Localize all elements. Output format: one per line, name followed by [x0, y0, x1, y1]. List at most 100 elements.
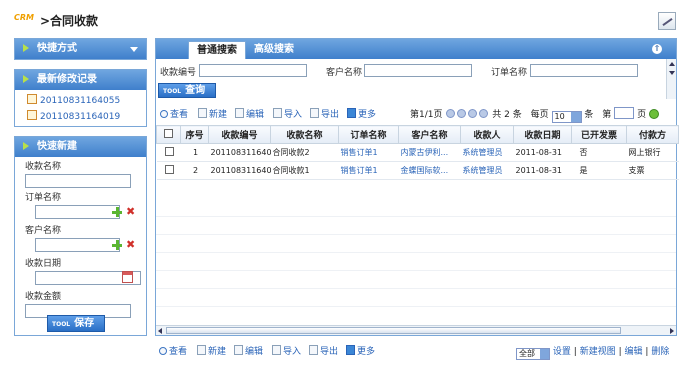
tab-advanced-search[interactable]: 高级搜索	[246, 41, 302, 59]
more-button[interactable]: 更多	[347, 107, 376, 120]
calendar-icon[interactable]	[122, 271, 133, 283]
cell-order-link[interactable]: 销售订单1	[338, 161, 399, 180]
tab-basic-search[interactable]: 普通搜索	[188, 41, 246, 59]
import-button[interactable]: 导入	[272, 344, 301, 357]
edit-label: 编辑	[245, 347, 264, 357]
save-button[interactable]: TOOL 保存	[47, 315, 105, 332]
add-icon[interactable]	[112, 240, 122, 250]
arrow-icon	[23, 75, 29, 83]
table-row[interactable]: 2 20110831164019 合同收款1 销售订单1 金蝶国际软... 系统…	[156, 161, 679, 180]
recent-record-link[interactable]: 20110831164055	[40, 96, 120, 106]
cell-receipt-no: 20110831164019	[208, 161, 271, 180]
export-button[interactable]: 导出	[310, 107, 339, 120]
scroll-down-icon[interactable]	[669, 71, 675, 75]
new-button[interactable]: 新建	[198, 107, 227, 120]
column-header[interactable]: 收款名称	[270, 125, 339, 144]
scroll-right-icon[interactable]	[670, 328, 674, 334]
cell-order-link[interactable]: 销售订单1	[338, 143, 399, 162]
more-icon	[347, 108, 356, 118]
column-header[interactable]: 客户名称	[398, 125, 461, 144]
more-button[interactable]: 更多	[346, 344, 375, 357]
cell-payee-link[interactable]: 系统管理员	[460, 143, 514, 162]
column-header[interactable]: 订单名称	[338, 125, 399, 144]
last-page-icon[interactable]	[479, 109, 489, 118]
quick-new-panel: 快速新建 收款名称 订单名称 ✖ 客户名称 ✖ 收款日期 收款金额 TOOL 保存	[14, 136, 147, 336]
column-header[interactable]: 收款日期	[513, 125, 572, 144]
export-button[interactable]: 导出	[309, 344, 338, 357]
save-label: 保存	[74, 318, 95, 329]
recent-record-item[interactable]: 20110831164055	[15, 93, 146, 109]
chevron-down-icon	[540, 349, 549, 359]
column-header[interactable]: 收款编号	[208, 125, 271, 144]
go-icon[interactable]	[648, 109, 659, 119]
remove-icon[interactable]: ✖	[126, 206, 135, 217]
cell-receipt-name: 合同收款1	[270, 161, 339, 180]
search-scrollbar[interactable]	[666, 59, 676, 99]
goto-page-input[interactable]	[614, 107, 635, 119]
import-button[interactable]: 导入	[273, 107, 302, 120]
edit-view-link[interactable]: 编辑	[625, 347, 643, 357]
view-button[interactable]: 查看	[159, 344, 187, 357]
query-button[interactable]: TOOL 查询	[158, 83, 216, 98]
empty-row	[156, 253, 676, 271]
edit-icon	[234, 345, 243, 355]
delete-view-link[interactable]: 删除	[651, 347, 669, 357]
magnifier-icon	[159, 347, 167, 355]
new-label: 新建	[209, 110, 228, 120]
recent-record-item[interactable]: 20110831164019	[15, 109, 146, 125]
column-header[interactable]: 付款方	[626, 125, 679, 144]
select-all-header[interactable]	[156, 125, 181, 144]
chevron-down-icon[interactable]	[130, 47, 138, 52]
cell-date: 2011-08-31	[513, 143, 572, 162]
receipt-name-input[interactable]	[25, 174, 131, 188]
customer-input[interactable]	[364, 64, 472, 77]
receipt-no-input[interactable]	[199, 64, 307, 77]
grid-horizontal-scrollbar[interactable]	[156, 325, 676, 335]
first-page-icon[interactable]	[446, 109, 456, 118]
cell-no: 1	[180, 143, 209, 162]
recent-record-link[interactable]: 20110831164019	[40, 112, 120, 122]
customer-name-input[interactable]	[35, 238, 120, 252]
edit-page-icon[interactable]	[658, 12, 676, 30]
row-select-cell[interactable]	[156, 143, 181, 162]
next-page-icon[interactable]	[468, 109, 478, 118]
goto-prefix: 第	[602, 110, 612, 120]
edit-button[interactable]: 编辑	[235, 107, 264, 120]
row-checkbox[interactable]	[165, 165, 174, 174]
column-header[interactable]: 已开发票	[571, 125, 627, 144]
edit-button[interactable]: 编辑	[234, 344, 263, 357]
column-header[interactable]: 收款人	[460, 125, 514, 144]
scroll-thumb[interactable]	[166, 327, 621, 334]
row-checkbox[interactable]	[165, 147, 174, 156]
row-select-cell[interactable]	[156, 161, 181, 180]
settings-link[interactable]: 设置	[553, 347, 571, 357]
order-input[interactable]	[530, 64, 638, 77]
table-row[interactable]: 1 20110831164055 合同收款2 销售订单1 内蒙古伊利... 系统…	[156, 143, 679, 162]
recent-records-header: 最新修改记录	[15, 70, 146, 90]
view-select[interactable]: 全部	[516, 348, 550, 360]
cell-invoiced: 否	[571, 143, 627, 162]
collapse-icon[interactable]: ⇑	[652, 44, 662, 54]
cell-customer-link[interactable]: 金蝶国际软...	[398, 161, 461, 180]
column-header[interactable]: 序号	[180, 125, 209, 144]
remove-icon[interactable]: ✖	[126, 239, 135, 250]
view-select-value: 全部	[519, 349, 535, 358]
new-button[interactable]: 新建	[197, 344, 226, 357]
scroll-left-icon[interactable]	[158, 328, 162, 334]
select-all-checkbox[interactable]	[164, 128, 173, 138]
view-button[interactable]: 查看	[160, 107, 188, 120]
more-icon	[346, 345, 355, 355]
edit-icon	[235, 108, 244, 118]
quick-shortcuts-header[interactable]: 快捷方式	[15, 39, 146, 59]
per-page-select[interactable]: 10	[551, 111, 582, 123]
order-name-input[interactable]	[35, 205, 120, 219]
tool-icon: TOOL	[52, 321, 71, 328]
cell-payee-link[interactable]: 系统管理员	[460, 161, 514, 180]
cell-customer-link[interactable]: 内蒙古伊利...	[398, 143, 461, 162]
prev-page-icon[interactable]	[457, 109, 467, 118]
add-icon[interactable]	[112, 207, 122, 217]
scroll-up-icon[interactable]	[669, 62, 675, 66]
receipt-date-row	[15, 271, 146, 287]
total-count: 2	[504, 110, 510, 120]
new-view-link[interactable]: 新建视图	[580, 347, 616, 357]
